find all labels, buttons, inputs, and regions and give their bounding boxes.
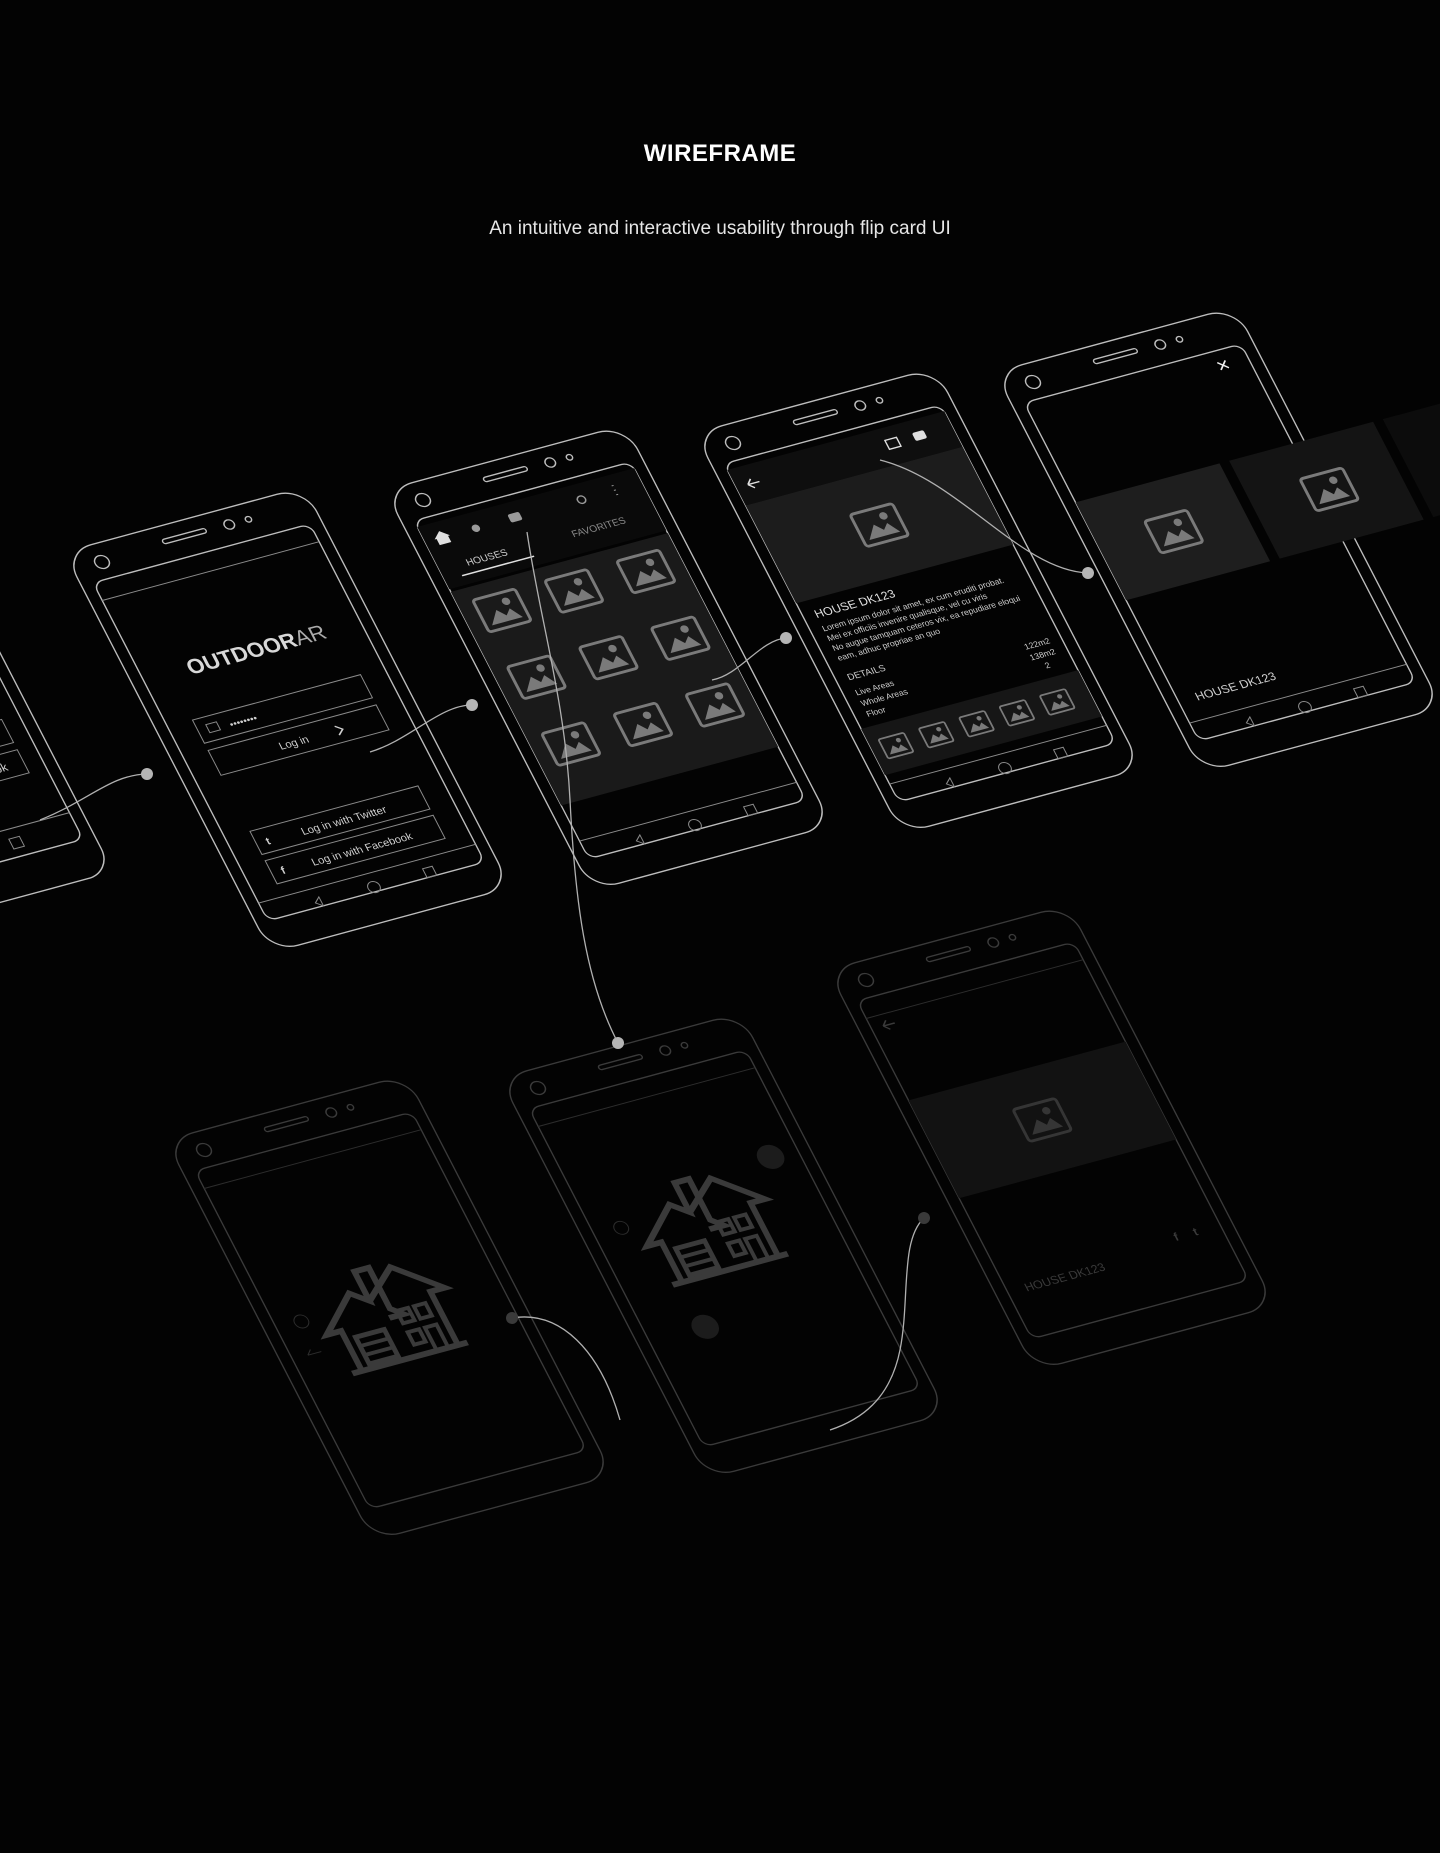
back-arrow-icon <box>882 1019 896 1030</box>
ar-house-title: HOUSE DK123 <box>1022 1260 1108 1294</box>
phone-login-partial: witter h Facebook <box>0 485 105 927</box>
phone-ar-1 <box>175 1080 604 1535</box>
speaker-icon <box>161 527 207 545</box>
rotate-icon <box>613 1220 630 1235</box>
viewer-house-title: HOUSE DK123 <box>1193 669 1279 703</box>
partial-facebook-label: h Facebook <box>0 760 10 789</box>
password-field[interactable] <box>191 674 374 744</box>
phone-detail: HOUSE DK123 Lorem ipsum dolor sit amet, … <box>704 373 1133 828</box>
facebook-icon: f <box>1171 1230 1182 1244</box>
house-3d-icon <box>622 1163 793 1286</box>
camera-icon <box>93 554 111 570</box>
undo-icon <box>307 1349 322 1356</box>
viewer-image-card[interactable] <box>1075 463 1271 601</box>
fab-bottom <box>691 1314 720 1339</box>
svg-text:Log in with Twitter: Log in with Twitter <box>299 804 389 838</box>
wireframe-scene: witter h Facebook OUTDOORAR •••••••• Log… <box>0 312 1440 1535</box>
app-logo: OUTDOORAR <box>182 620 331 679</box>
twitter-icon: t <box>264 836 273 848</box>
phone-ar-2 <box>509 1018 938 1473</box>
close-icon[interactable]: ✕ <box>1213 357 1234 376</box>
fab-top <box>756 1144 785 1169</box>
nav-recents-icon <box>421 865 438 879</box>
house-3d-icon <box>302 1252 473 1375</box>
svg-text:Log in: Log in <box>277 734 311 752</box>
twitter-icon: t <box>1190 1225 1200 1239</box>
svg-text:••••••••: •••••••• <box>228 713 260 730</box>
rotate-icon <box>293 1314 310 1329</box>
chevron-right-icon <box>334 725 344 736</box>
svg-text:Log in with Facebook: Log in with Facebook <box>310 831 416 869</box>
phone-ar-detail: HOUSE DK123 f t <box>837 910 1266 1365</box>
facebook-icon: f <box>279 865 288 877</box>
svg-text:2: 2 <box>1043 660 1052 670</box>
